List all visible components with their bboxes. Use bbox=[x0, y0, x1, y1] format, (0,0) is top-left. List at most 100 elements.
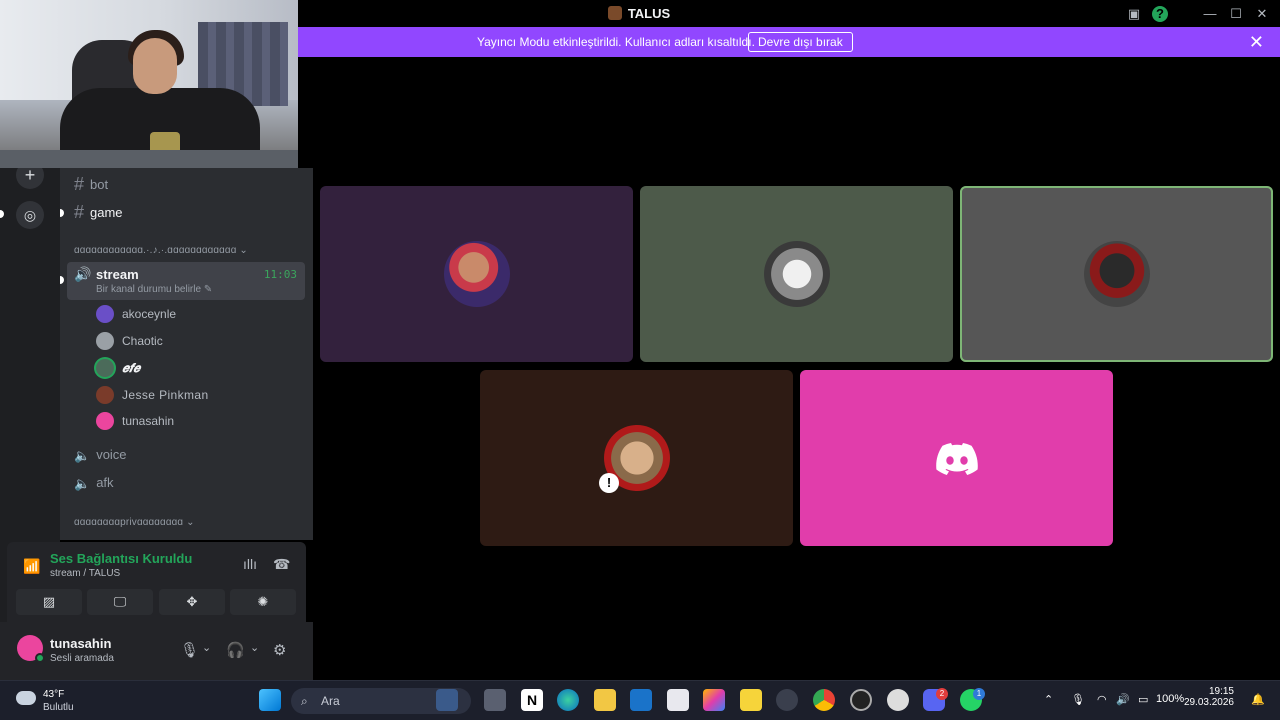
discover-icon[interactable]: ◎ bbox=[16, 201, 44, 229]
inbox-icon[interactable]: ▣ bbox=[1124, 4, 1144, 24]
banner-message: Yayıncı Modu etkinleştirildi. Kullanıcı … bbox=[477, 35, 755, 49]
channel-bot[interactable]: # bot bbox=[74, 173, 108, 195]
battery-level: 100% bbox=[1156, 693, 1185, 705]
voice-timer: 11:03 bbox=[263, 268, 297, 281]
channel-voice[interactable]: 🔈 voice bbox=[74, 444, 127, 466]
voice-channel-stream[interactable]: 🔊 stream Bir kanal durumu belirle ✎ 11:0… bbox=[67, 262, 305, 300]
speaker-icon: 🔈 bbox=[74, 448, 91, 463]
avatar bbox=[96, 412, 114, 430]
clock[interactable]: 19:15 29.03.2026 bbox=[1184, 686, 1234, 708]
voice-member[interactable]: Chaotic bbox=[96, 330, 163, 352]
voice-member[interactable]: tunasahin bbox=[96, 410, 174, 432]
avatar bbox=[96, 386, 114, 404]
settings-app-icon[interactable] bbox=[887, 689, 909, 711]
microphone-icon[interactable]: 🎙 bbox=[1071, 693, 1085, 706]
chevron-down-icon[interactable]: ⌄ bbox=[250, 641, 259, 654]
participant-tile[interactable]: ! bbox=[480, 370, 793, 546]
sticky-notes-icon[interactable] bbox=[740, 689, 762, 711]
search-icon: ⌕ bbox=[301, 694, 308, 708]
noise-suppression-icon[interactable]: ıllı bbox=[243, 556, 257, 572]
participant-tile[interactable] bbox=[640, 186, 953, 362]
minimize-button[interactable]: — bbox=[1200, 4, 1220, 24]
notification-badge: 1 bbox=[973, 688, 985, 700]
obs-icon[interactable] bbox=[850, 689, 872, 711]
window-title: TALUS bbox=[298, 6, 980, 21]
title-bar: TALUS ▣ ? — ☐ ✕ bbox=[298, 0, 1280, 27]
wifi-icon[interactable]: ◠ bbox=[1097, 693, 1107, 706]
channel-list: # bot # game ɑɑɑɑɑɑɑɑɑɑɑɑ.·.♪.·.ɑɑɑɑɑɑɑɑɑɑ… bbox=[60, 168, 313, 540]
voice-channel-name: stream bbox=[96, 267, 139, 282]
activities-button[interactable]: ✥ bbox=[159, 589, 225, 615]
hash-icon: # bbox=[74, 202, 85, 222]
microphone-icon[interactable]: 🎙 bbox=[180, 641, 199, 659]
help-icon[interactable]: ? bbox=[1152, 6, 1168, 22]
participant-tile[interactable] bbox=[320, 186, 633, 362]
notion-icon[interactable]: N bbox=[521, 689, 543, 711]
voice-member[interactable]: Jesse Pinkman bbox=[96, 384, 209, 406]
voice-connection-panel: 📶 Ses Bağlantısı Kuruldu stream / TALUS … bbox=[7, 542, 306, 622]
selection-pill bbox=[0, 210, 4, 218]
user-panel: tunasahin Sesli aramada 🎙 ⌄ 🎧 ⌄ ⚙ bbox=[0, 622, 313, 680]
edge-icon[interactable] bbox=[557, 689, 579, 711]
soundboard-button[interactable]: ✺ bbox=[230, 589, 296, 615]
username[interactable]: tunasahin bbox=[50, 636, 111, 651]
speaker-icon: 🔈 bbox=[74, 476, 91, 491]
gear-icon[interactable]: ⚙ bbox=[273, 641, 286, 659]
channel-status[interactable]: Bir kanal durumu belirle ✎ bbox=[96, 284, 212, 295]
notification-badge: 2 bbox=[936, 688, 948, 700]
category-header[interactable]: ɑɑɑɑɑɑɑɑprivɑɑɑɑɑɑɑɑ ⌄ bbox=[74, 517, 195, 528]
store-icon[interactable] bbox=[667, 689, 689, 711]
avatar bbox=[1083, 241, 1150, 307]
avatar bbox=[96, 359, 114, 377]
voice-member[interactable]: 𝒆𝒇𝒆 bbox=[96, 357, 140, 379]
channel-game[interactable]: # game bbox=[74, 201, 123, 223]
weather-condition: Bulutlu bbox=[43, 702, 74, 713]
participant-tile[interactable] bbox=[800, 370, 1113, 546]
hash-icon: # bbox=[74, 174, 85, 194]
user-status: Sesli aramada bbox=[50, 653, 114, 664]
chrome-icon[interactable] bbox=[813, 689, 835, 711]
signal-icon[interactable]: 📶 bbox=[23, 558, 40, 575]
weather-widget[interactable]: 43°F Bulutlu bbox=[16, 687, 74, 713]
avatar bbox=[96, 305, 114, 323]
electron-app-icon[interactable] bbox=[776, 689, 798, 711]
speaker-icon: 🔊 bbox=[74, 266, 92, 282]
discord-logo-icon bbox=[936, 443, 978, 475]
close-icon[interactable]: ✕ bbox=[1249, 32, 1264, 53]
chevron-up-icon[interactable]: ⌃ bbox=[1044, 693, 1053, 706]
streamer-mode-banner: Yayıncı Modu etkinleştirildi. Kullanıcı … bbox=[298, 27, 1280, 57]
alert-icon: ! bbox=[599, 473, 619, 493]
start-button-icon[interactable] bbox=[259, 689, 281, 711]
file-explorer-icon[interactable] bbox=[594, 689, 616, 711]
task-view-icon[interactable] bbox=[484, 689, 506, 711]
volume-icon[interactable]: 🔊 bbox=[1116, 693, 1130, 706]
voice-status-title[interactable]: Ses Bağlantısı Kuruldu bbox=[50, 551, 192, 566]
voice-member[interactable]: akoceynle bbox=[96, 303, 176, 325]
headphones-icon[interactable]: 🎧 bbox=[226, 641, 245, 659]
close-window-button[interactable]: ✕ bbox=[1252, 4, 1272, 24]
category-header[interactable]: ɑɑɑɑɑɑɑɑɑɑɑɑ.·.♪.·.ɑɑɑɑɑɑɑɑɑɑɑɑ ⌄ bbox=[74, 245, 248, 256]
participant-tile[interactable] bbox=[960, 186, 1273, 362]
voice-status-subtitle[interactable]: stream / TALUS bbox=[50, 568, 120, 579]
screen-share-button[interactable]: 🖵 bbox=[87, 589, 153, 615]
outlook-icon[interactable] bbox=[630, 689, 652, 711]
chevron-down-icon[interactable]: ⌄ bbox=[202, 641, 211, 654]
camera-off-button[interactable]: ▨ bbox=[16, 589, 82, 615]
copilot-icon[interactable] bbox=[703, 689, 725, 711]
avatar bbox=[763, 241, 830, 307]
cloud-icon bbox=[16, 691, 36, 705]
unread-pill bbox=[60, 209, 64, 217]
maximize-button[interactable]: ☐ bbox=[1226, 4, 1246, 24]
battery-icon[interactable]: ▭ bbox=[1138, 693, 1148, 706]
avatar bbox=[96, 332, 114, 350]
clock-date: 29.03.2026 bbox=[1183, 697, 1234, 708]
lighthouse-icon[interactable] bbox=[436, 689, 458, 711]
disconnect-icon[interactable]: ☎ bbox=[273, 556, 290, 573]
taskbar: 43°F Bulutlu ⌕ Ara N 2 1 ⌃ 🎙 ◠ 🔊 ▭ 100% … bbox=[0, 680, 1280, 720]
voice-stage: ! bbox=[313, 57, 1280, 680]
disable-streamer-mode-button[interactable]: Devre dışı bırak bbox=[748, 32, 853, 52]
notification-icon[interactable]: 🔔 bbox=[1251, 693, 1265, 706]
webcam-overlay bbox=[0, 0, 298, 168]
channel-afk[interactable]: 🔈 afk bbox=[74, 472, 114, 494]
online-status-icon bbox=[35, 653, 45, 663]
